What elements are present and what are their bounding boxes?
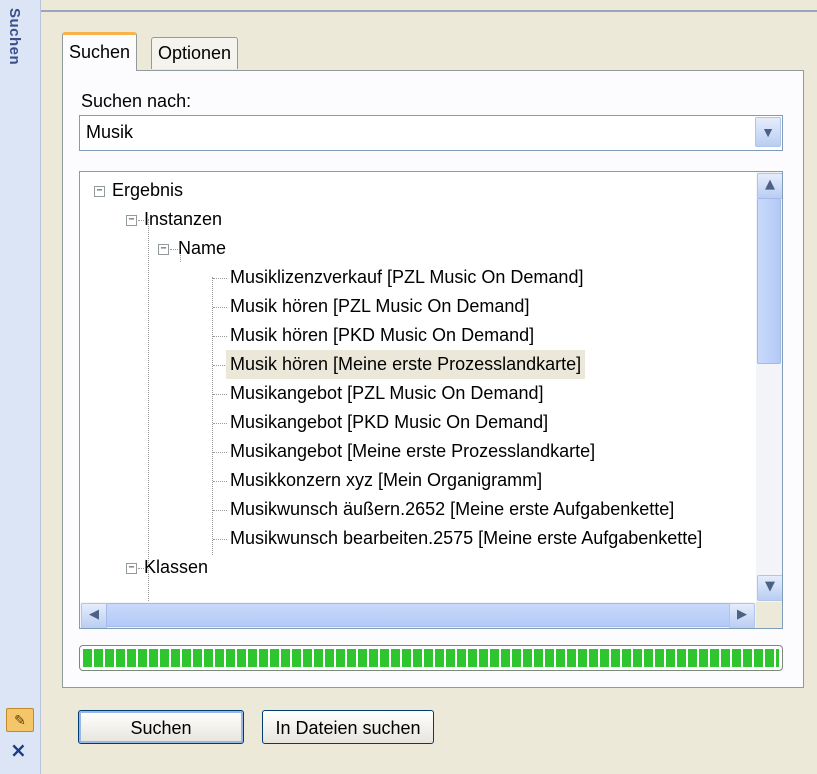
tree-item[interactable]: Musikangebot [PZL Music On Demand] (230, 379, 543, 408)
tree-line (213, 336, 227, 337)
scrollbar-corner (756, 602, 782, 628)
tree-item[interactable]: Musiklizenzverkauf [PZL Music On Demand] (230, 263, 583, 292)
tree-item[interactable]: Musikangebot [Meine erste Prozesslandkar… (230, 437, 595, 466)
close-icon[interactable]: × (10, 738, 27, 762)
search-tab-panel: Suchen nach: Musik ▼ − Ergebnis − Instan… (62, 70, 804, 688)
search-combobox[interactable]: Musik ▼ (79, 115, 783, 151)
collapse-toggle-icon[interactable]: − (158, 244, 169, 255)
tab-suchen[interactable]: Suchen (62, 32, 138, 71)
tree-content: − Ergebnis − Instanzen − Name Musiklizen… (80, 172, 756, 628)
tree-item[interactable]: Musik hören [Meine erste Prozesslandkart… (226, 350, 586, 379)
tree-item[interactable]: Musik hören [PKD Music On Demand] (230, 321, 534, 350)
search-label: Suchen nach: (81, 91, 192, 111)
tree-line (213, 481, 227, 482)
tree-line (213, 278, 227, 279)
tree-line (213, 539, 227, 540)
tree-line (212, 277, 213, 555)
search-input[interactable]: Musik (86, 122, 133, 143)
tree-item[interactable]: Musikkonzern xyz [Mein Organigramm] (230, 466, 542, 495)
results-tree[interactable]: − Ergebnis − Instanzen − Name Musiklizen… (79, 171, 783, 629)
collapse-toggle-icon[interactable]: − (126, 215, 137, 226)
tree-item[interactable]: Musik hören [PZL Music On Demand] (230, 292, 529, 321)
scroll-up-icon[interactable]: ▲ (757, 173, 782, 199)
tree-line (213, 452, 227, 453)
tree-line (213, 510, 227, 511)
scroll-right-icon[interactable]: ▶ (729, 603, 755, 628)
tree-item[interactable]: Musikwunsch bearbeiten.2575 [Meine erste… (230, 524, 702, 553)
search-files-button[interactable]: In Dateien suchen (262, 710, 434, 744)
tree-line (213, 307, 227, 308)
tree-line (170, 249, 178, 250)
vertical-scroll-thumb[interactable] (757, 198, 781, 364)
horizontal-scrollbar[interactable]: ◀ ▶ (80, 602, 756, 628)
chevron-down-icon[interactable]: ▼ (755, 117, 781, 147)
scroll-down-icon[interactable]: ▼ (757, 575, 782, 601)
collapse-toggle-icon[interactable]: − (94, 186, 105, 197)
tree-line (213, 365, 227, 366)
search-button[interactable]: Suchen (78, 710, 244, 744)
tab-optionen[interactable]: Optionen (151, 37, 239, 69)
tree-line (213, 394, 227, 395)
tree-item[interactable]: Musikwunsch äußern.2652 [Meine erste Auf… (230, 495, 674, 524)
tree-node-name[interactable]: Name (178, 234, 226, 263)
horizontal-scroll-thumb[interactable] (106, 603, 732, 627)
tree-node-instanzen[interactable]: Instanzen (144, 205, 222, 234)
scroll-left-icon[interactable]: ◀ (81, 603, 107, 628)
panel-top-border (41, 10, 817, 12)
tree-node-ergebnis[interactable]: Ergebnis (112, 176, 183, 205)
pin-icon[interactable]: ✎ (6, 708, 34, 732)
collapse-toggle-icon[interactable]: − (126, 563, 137, 574)
tree-node-klassen[interactable]: Klassen (144, 553, 208, 582)
tree-item[interactable]: Musikangebot [PKD Music On Demand] (230, 408, 548, 437)
vertical-scrollbar[interactable]: ▲ ▼ (756, 172, 782, 602)
side-panel: Suchen ✎ × (0, 0, 41, 774)
side-panel-title[interactable]: Suchen (6, 8, 23, 65)
progress-fill (83, 649, 779, 667)
progress-bar (79, 645, 783, 671)
tree-line (213, 423, 227, 424)
